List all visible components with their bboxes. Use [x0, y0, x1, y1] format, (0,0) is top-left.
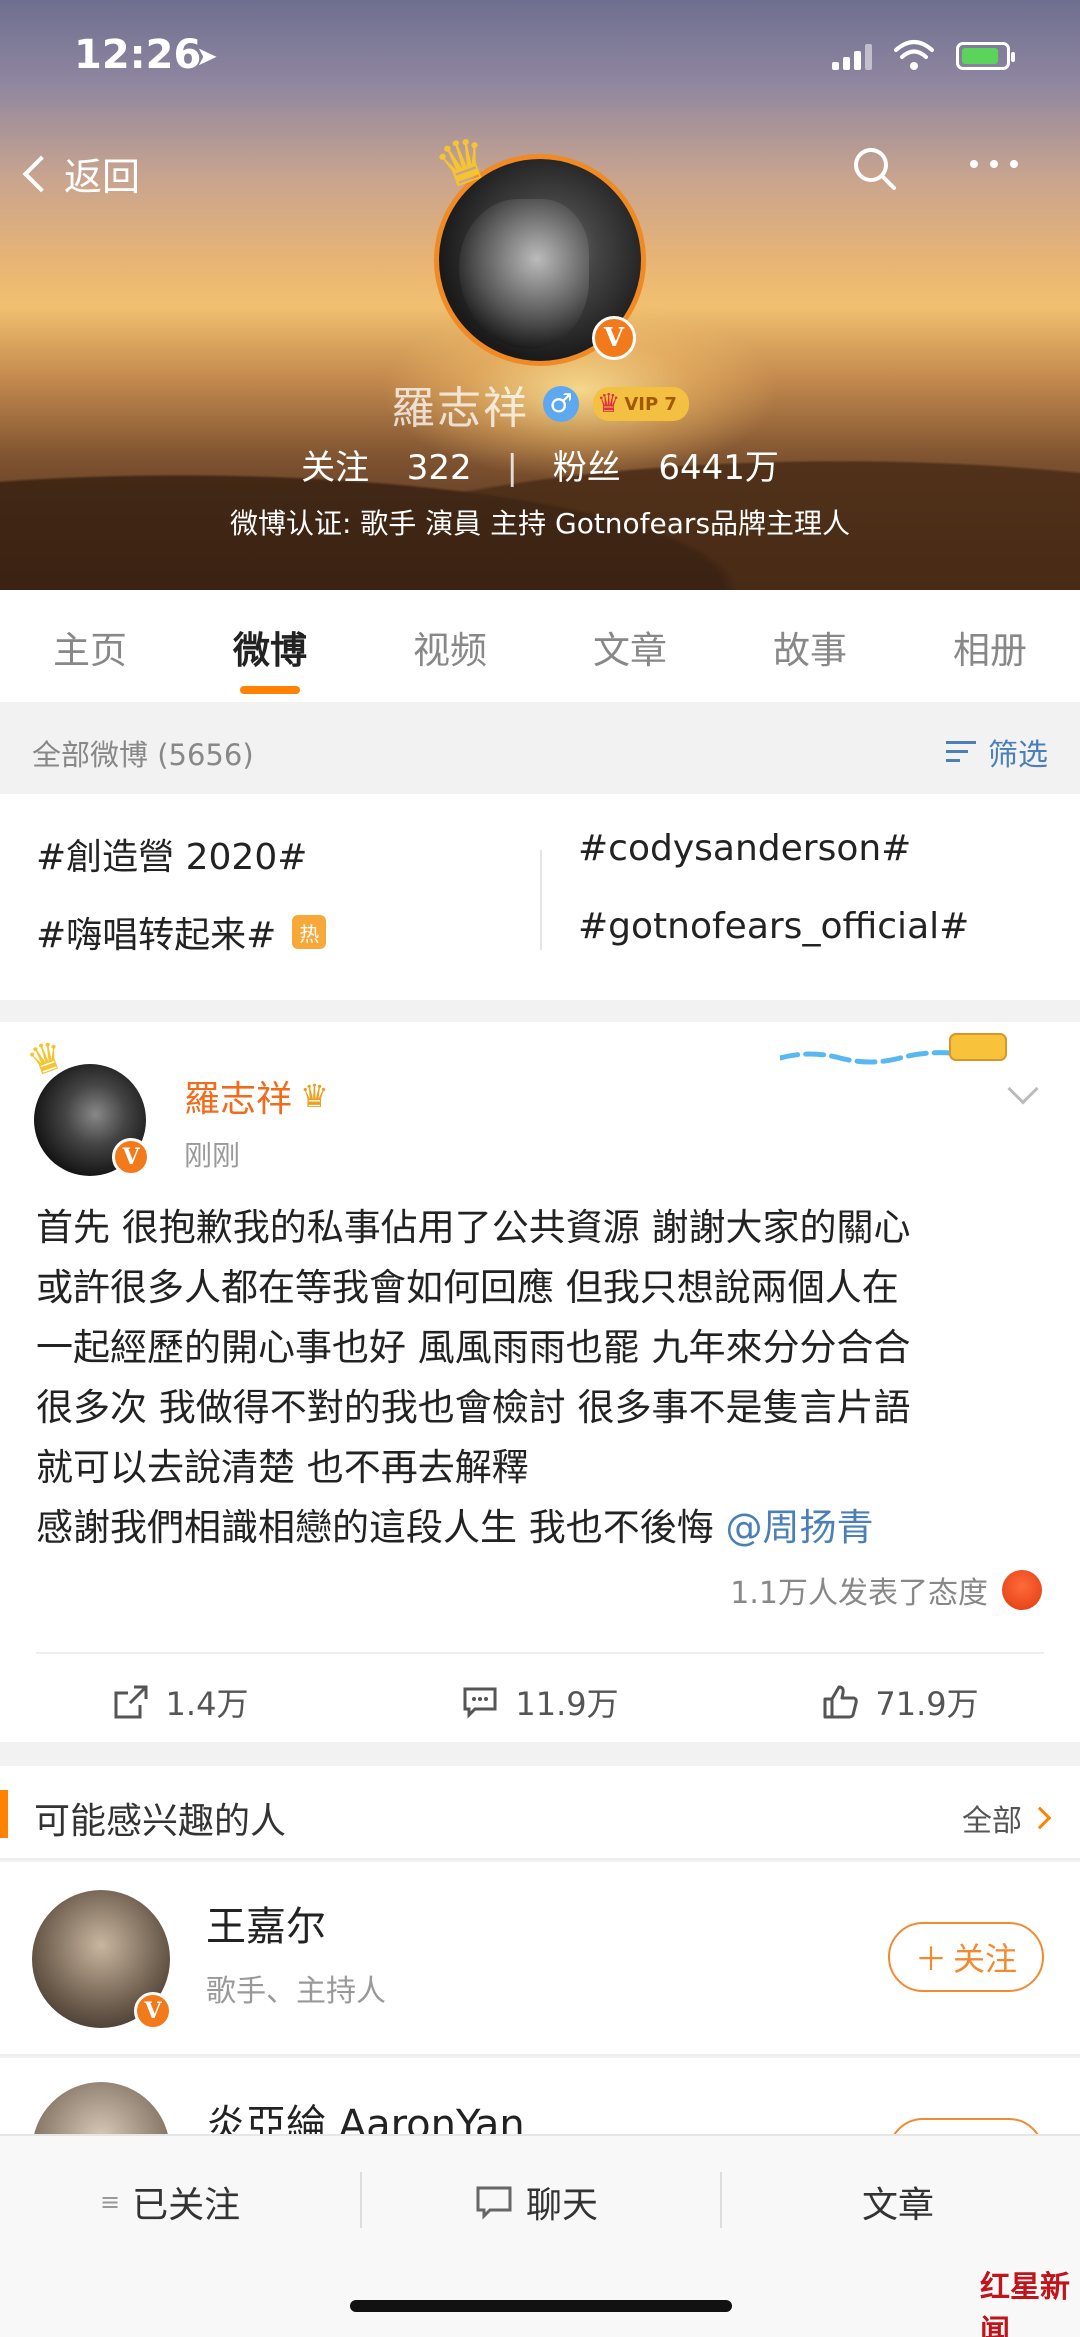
tab-stories[interactable]: 故事	[720, 590, 900, 702]
followed-button[interactable]: ≡ 已关注	[100, 2176, 240, 2228]
chevron-left-icon	[22, 155, 60, 192]
post-count: 全部微博 (5656)	[32, 738, 254, 772]
chat-icon	[476, 2186, 512, 2220]
suggested-user[interactable]: V 王嘉尔 歌手、主持人 ＋关注	[0, 1862, 1080, 2056]
member-crown-icon: ♛	[300, 1077, 329, 1115]
user-desc: 歌手、主持人	[206, 1974, 386, 2009]
comment-button[interactable]: 11.9万	[360, 1662, 720, 1742]
repost-button[interactable]: 1.4万	[0, 1662, 360, 1742]
follow-stats: 关注 322 | 粉丝 6441万	[0, 440, 1080, 489]
vip-badge[interactable]: ♛ VIP 7	[593, 387, 689, 421]
location-arrow-icon: ➤	[196, 42, 218, 72]
divider	[720, 2172, 722, 2228]
suggestions-header: 可能感兴趣的人 全部	[0, 1766, 1080, 1860]
reactions-summary[interactable]: 1.1万人发表了态度	[730, 1568, 1042, 1612]
topic-tag[interactable]: #codysanderson#	[578, 828, 911, 869]
decoration-icon	[780, 1033, 1007, 1065]
like-button[interactable]: 71.9万	[720, 1662, 1080, 1742]
topic-tag[interactable]: #嗨唱转起来# 热	[36, 906, 327, 958]
tab-album[interactable]: 相册	[900, 590, 1080, 702]
topic-tag[interactable]: #gotnofears_official#	[578, 906, 969, 947]
article-button[interactable]: 文章	[862, 2176, 934, 2228]
signal-icon	[832, 44, 872, 70]
post-text: 首先 很抱歉我的私事佔用了公共資源 謝謝大家的關心 或許很多人都在等我會如何回應…	[36, 1206, 911, 1549]
verified-badge-icon: V	[592, 316, 636, 360]
tab-home[interactable]: 主页	[0, 590, 180, 702]
tab-articles[interactable]: 文章	[540, 590, 720, 702]
verified-badge-icon: V	[134, 1992, 172, 2030]
user-avatar[interactable]	[32, 2082, 170, 2138]
status-time: 12:26	[74, 32, 202, 78]
follow-button[interactable]: ＋关注	[888, 1922, 1044, 1992]
profile-tabs: 主页 微博 视频 文章 故事 相册	[0, 590, 1080, 702]
post-actions: 1.4万 11.9万 71.9万	[0, 1662, 1080, 1742]
profile-header: 12:26 ➤ 返回 ♛ V 羅志祥 ♂ ♛ VIP 7 关注 322 | 粉丝…	[0, 0, 1080, 590]
accent-bar	[0, 1790, 8, 1838]
male-icon: ♂	[543, 386, 580, 422]
user-name: 王嘉尔	[206, 1904, 326, 1950]
filter-icon	[946, 737, 980, 767]
divider	[360, 2172, 362, 2228]
view-all-link[interactable]: 全部	[962, 1796, 1052, 1840]
profile-name-row: 羅志祥 ♂ ♛ VIP 7	[0, 372, 1080, 436]
hot-badge: 热	[292, 915, 327, 949]
mention-link[interactable]: @周扬青	[726, 1506, 874, 1549]
search-icon[interactable]	[850, 144, 900, 194]
chevron-right-icon	[1028, 1806, 1052, 1830]
wifi-icon	[894, 40, 934, 70]
status-bar: 12:26 ➤	[0, 32, 1080, 82]
share-icon	[114, 1685, 148, 1719]
home-indicator[interactable]	[350, 2300, 732, 2312]
back-button[interactable]: 返回	[22, 146, 141, 201]
watermark-logo: 红星新闻	[980, 2270, 1070, 2337]
weibo-post: ♛ V 羅志祥 ♛ 刚刚 首先 很抱歉我的私事佔用了公共資源 謝謝大家的關心 或…	[0, 1022, 1080, 1742]
back-label: 返回	[64, 155, 141, 199]
menu-icon: ≡	[100, 2188, 121, 2216]
user-name: 炎亞綸 AaronYan	[206, 2102, 525, 2138]
post-time: 刚刚	[184, 1139, 241, 1172]
topic-tags: #創造營 2020# #codysanderson# #嗨唱转起来# 热 #got…	[0, 794, 1080, 1000]
battery-icon	[956, 42, 1015, 70]
divider	[540, 850, 542, 950]
thumbs-up-icon	[823, 1685, 859, 1719]
tab-weibo[interactable]: 微博	[180, 590, 360, 702]
post-author-name[interactable]: 羅志祥 ♛	[184, 1070, 329, 1122]
angry-emoji-icon	[1002, 1570, 1042, 1610]
feed-header: 全部微博 (5656) 筛选	[0, 702, 1080, 794]
suggestions-title: 可能感兴趣的人	[34, 1801, 287, 1842]
verified-badge-icon: V	[112, 1138, 150, 1176]
verified-description: 微博认证: 歌手 演員 主持 Gotnofears品牌主理人	[229, 507, 851, 540]
following-link[interactable]: 关注 322	[293, 448, 480, 488]
chevron-down-icon[interactable]	[1007, 1073, 1039, 1105]
tab-video[interactable]: 视频	[360, 590, 540, 702]
topic-tag[interactable]: #創造營 2020#	[36, 828, 307, 880]
filter-button[interactable]: 筛选	[946, 730, 1048, 774]
chat-button[interactable]: 聊天	[474, 2176, 598, 2228]
divider	[36, 1652, 1044, 1654]
vip-crown-icon: ♛	[597, 389, 621, 419]
comment-icon	[463, 1687, 497, 1719]
followers-link[interactable]: 粉丝 6441万	[545, 448, 787, 488]
suggested-user[interactable]: 炎亞綸 AaronYan ＋关注	[0, 2058, 1080, 2138]
more-icon[interactable]	[970, 160, 1018, 168]
profile-name: 羅志祥	[391, 383, 530, 434]
